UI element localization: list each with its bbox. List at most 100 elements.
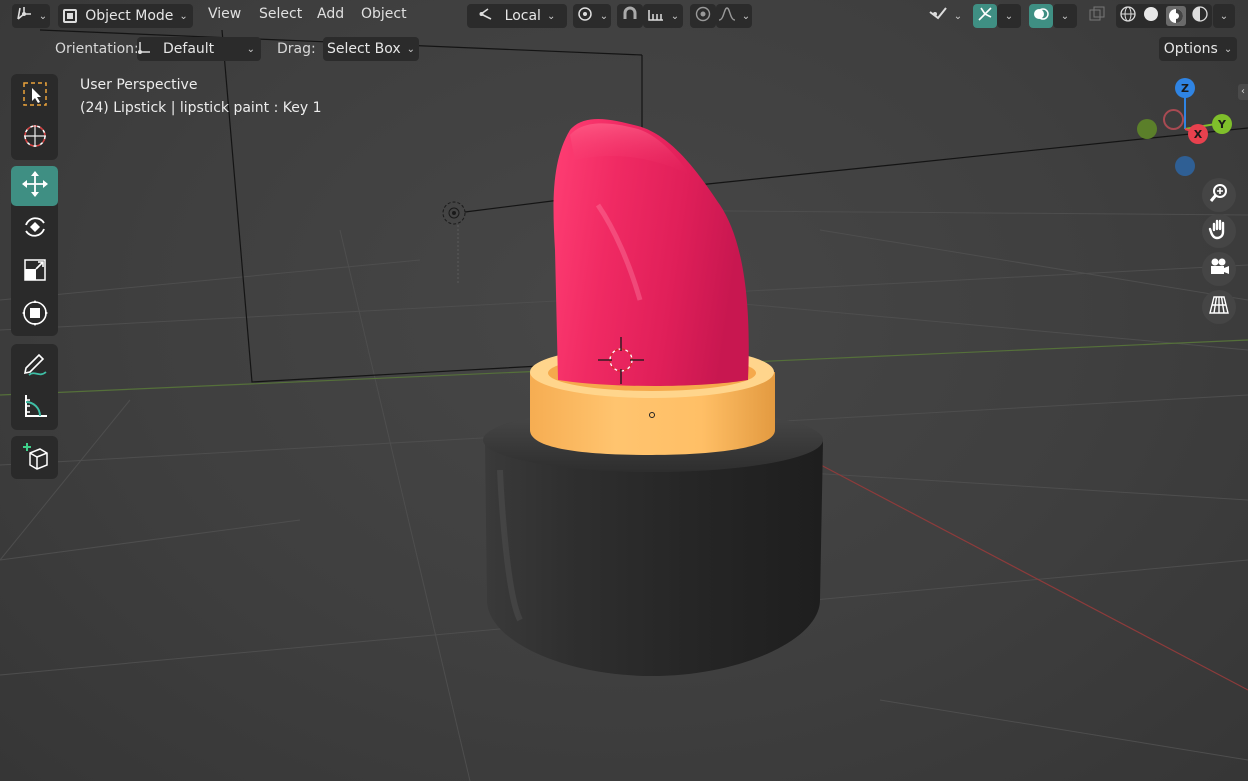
rotate-icon [21, 213, 49, 245]
hand-pan-icon [1208, 218, 1230, 244]
visibility-dropdown[interactable]: ⌄ [925, 4, 965, 28]
drag-setting-dropdown[interactable]: Select Box ⌄ [323, 37, 419, 61]
sidebar-toggle[interactable]: ‹ [1238, 84, 1248, 100]
pan-button[interactable] [1202, 214, 1236, 248]
proportional-edit-icon [695, 6, 711, 26]
drag-setting-value: Select Box [326, 41, 401, 57]
view-perspective-label: User Perspective [80, 77, 198, 93]
annotate-tool[interactable] [11, 346, 58, 386]
mode-dropdown[interactable]: Object Mode ⌄ [58, 4, 193, 28]
orientation-label: Local [504, 8, 541, 24]
active-object-info: (24) Lipstick | lipstick paint : Key 1 [80, 100, 322, 116]
options-dropdown[interactable]: Options ⌄ [1159, 37, 1237, 61]
move-tool[interactable] [11, 166, 58, 206]
pivot-point-icon [576, 5, 594, 27]
add-cube-tool[interactable] [11, 438, 58, 478]
default-orientation-icon [137, 39, 153, 59]
toolbar-transform-group [11, 166, 58, 336]
lipstick-bullet [553, 118, 749, 386]
falloff-curve-icon [718, 6, 736, 26]
orientation-setting-dropdown[interactable]: Default ⌄ [137, 37, 261, 61]
add-cube-icon [20, 441, 50, 475]
light-object [442, 201, 466, 285]
chevron-down-icon: ⌄ [1223, 43, 1233, 55]
shading-dropdown[interactable]: ⌄ [1213, 4, 1235, 28]
chevron-down-icon: ⌄ [406, 43, 416, 55]
navigation-gizmo[interactable]: Z Y X [1130, 74, 1240, 184]
xray-toggle[interactable] [1085, 4, 1109, 28]
chevron-down-icon: ⌄ [1004, 10, 1014, 22]
axes-editor-icon [15, 5, 33, 27]
overlay-toggle[interactable] [1029, 4, 1053, 28]
camera-view-button[interactable] [1202, 252, 1236, 286]
xray-icon [1089, 6, 1105, 26]
measure-tool[interactable] [11, 388, 58, 428]
shading-modes [1116, 4, 1212, 28]
pivot-point-dropdown[interactable]: ⌄ [573, 4, 611, 28]
transform-icon [21, 299, 49, 331]
object-mode-icon [63, 9, 78, 23]
transform-tool[interactable] [11, 295, 58, 335]
select-box-tool[interactable] [11, 76, 58, 116]
gizmo-neg-x[interactable] [1163, 109, 1184, 130]
overlay-icon [1032, 5, 1050, 27]
solid-shading-icon[interactable] [1142, 5, 1160, 27]
perspective-toggle-button[interactable] [1202, 290, 1236, 324]
3d-viewport[interactable]: ⌄ Object Mode ⌄ View Select Add Object L… [0, 0, 1248, 781]
scale-tool[interactable] [11, 252, 58, 292]
zoom-icon [1208, 182, 1230, 208]
annotate-icon [21, 350, 49, 382]
mode-label: Object Mode [85, 8, 174, 24]
gizmo-neg-y[interactable] [1137, 119, 1157, 139]
chevron-down-icon: ⌄ [953, 10, 963, 22]
cursor-icon [21, 122, 49, 154]
gizmo-neg-z[interactable] [1175, 156, 1195, 176]
rendered-shading-icon[interactable] [1191, 5, 1209, 27]
cursor-tool[interactable] [11, 118, 58, 158]
gizmo-dropdown[interactable]: ⌄ [997, 4, 1021, 28]
snap-toggle[interactable] [617, 4, 643, 28]
chevron-down-icon: ⌄ [546, 10, 556, 22]
drag-setting-label: Drag: [277, 41, 316, 57]
chevron-down-icon: ⌄ [670, 10, 680, 22]
chevron-down-icon: ⌄ [741, 10, 751, 22]
zoom-button[interactable] [1202, 178, 1236, 212]
material-preview-icon[interactable] [1165, 6, 1186, 26]
snap-target-dropdown[interactable]: ⌄ [643, 4, 683, 28]
chevron-down-icon: ⌄ [1219, 10, 1229, 22]
falloff-dropdown[interactable]: ⌄ [716, 4, 752, 28]
rotate-tool[interactable] [11, 209, 58, 249]
select-box-icon [21, 80, 49, 112]
scale-icon [22, 257, 48, 287]
proportional-edit-toggle[interactable] [690, 4, 716, 28]
options-label: Options [1163, 41, 1218, 57]
snap-magnet-icon [621, 5, 639, 27]
chevron-down-icon: ⌄ [1060, 10, 1070, 22]
orientation-setting-value: Default [163, 41, 215, 57]
menu-add[interactable]: Add [317, 6, 344, 22]
menu-object[interactable]: Object [361, 6, 407, 22]
chevron-down-icon: ⌄ [246, 43, 255, 55]
toolbar-annotate-group [11, 344, 58, 430]
move-icon [20, 169, 50, 203]
editor-type-button[interactable]: ⌄ [12, 4, 50, 28]
visibility-icon [928, 6, 948, 26]
chevron-down-icon: ⌄ [179, 10, 188, 22]
gizmo-z-axis[interactable]: Z [1175, 78, 1195, 98]
overlay-dropdown[interactable]: ⌄ [1053, 4, 1077, 28]
menu-view[interactable]: View [208, 6, 241, 22]
wireframe-shading-icon[interactable] [1119, 5, 1137, 27]
gizmo-x-axis[interactable]: X [1188, 124, 1208, 144]
gizmo-toggle[interactable] [973, 4, 997, 28]
local-orientation-icon [479, 6, 497, 26]
transform-orientation-dropdown[interactable]: Local ⌄ [467, 4, 567, 28]
toolbar-add-group [11, 436, 58, 479]
viewport-header: ⌄ Object Mode ⌄ View Select Add Object L… [0, 0, 1248, 32]
menu-select[interactable]: Select [259, 6, 302, 22]
scene-canvas[interactable] [0, 0, 1248, 781]
chevron-down-icon: ⌄ [38, 10, 48, 22]
chevron-down-icon: ⌄ [599, 10, 609, 22]
camera-icon [1208, 256, 1230, 282]
gizmo-y-axis[interactable]: Y [1212, 114, 1232, 134]
snap-increment-icon [647, 6, 665, 26]
